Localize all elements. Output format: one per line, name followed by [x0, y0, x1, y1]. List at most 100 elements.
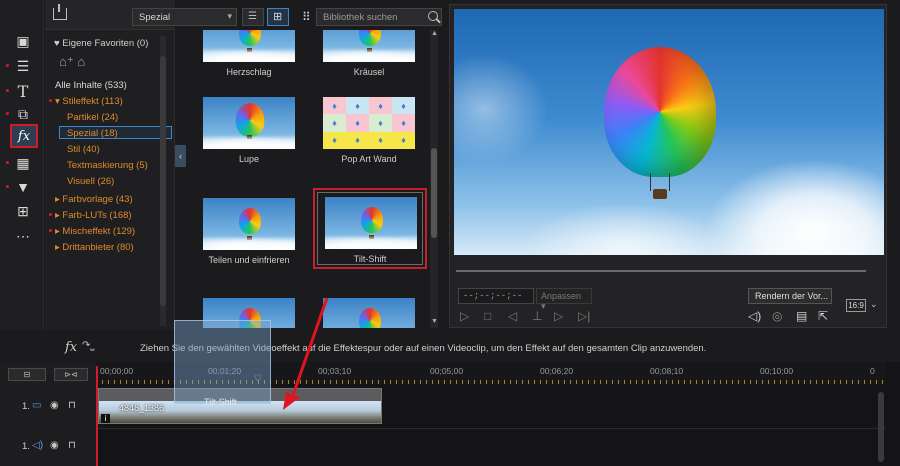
tree-item-spezial[interactable]: Spezial (18)	[67, 128, 118, 139]
effect-thumb-next-2[interactable]	[319, 298, 419, 328]
stop-icon[interactable]: □	[484, 309, 491, 323]
tree-item-stil[interactable]: Stil (40)	[67, 144, 100, 155]
timeline-scrollbar[interactable]	[878, 392, 884, 462]
effect-thumb-kraeusel[interactable]: Kräusel	[319, 30, 419, 77]
effect-thumb-pop-art-wand[interactable]: ♦ ♦ ♦ ♦ ♦ ♦ ♦ ♦ ♦ ♦ ♦ ♦ Pop Art Wand	[319, 97, 419, 164]
volume-icon[interactable]: ◁)	[748, 309, 761, 323]
track-divider	[96, 428, 886, 429]
timecode-field[interactable]: --;--;--;--	[458, 288, 534, 304]
fx-track-icon[interactable]: fx	[65, 340, 77, 355]
favorite-tag-icons[interactable]: ⌂⁺ ⌂	[59, 54, 85, 70]
lock-icon[interactable]: ⊓	[68, 400, 76, 411]
library-scrollbar[interactable]: ▲ ▼	[430, 30, 438, 328]
media-room-icon[interactable]: ▣	[12, 30, 34, 52]
effect-thumb-herzschlag[interactable]: Herzschlag	[199, 30, 299, 77]
heart-icon: ♡	[253, 373, 262, 383]
effect-label: Tilt-Shift	[353, 254, 387, 264]
preview-screen	[454, 9, 884, 255]
aspect-ratio-button[interactable]: 16:9	[846, 299, 866, 312]
ruler-tick-label: 00;10;00	[760, 366, 794, 376]
render-preview-button[interactable]: Rendern der Vor...	[748, 288, 832, 304]
title-room-icon[interactable]: T	[6, 80, 34, 102]
audio-track-icon[interactable]: ◁)	[32, 440, 43, 451]
effect-label: Pop Art Wand	[341, 154, 397, 164]
transition-room-icon[interactable]: ⧉	[6, 103, 34, 125]
ruler-tick-label: 00;06;20	[540, 366, 574, 376]
thumbnail-view-icon: ⊞	[273, 11, 283, 23]
balloon-image	[604, 47, 716, 177]
pip-room-icon[interactable]: ▦	[6, 152, 34, 174]
play-icon[interactable]: ▷	[460, 309, 469, 323]
list-view-icon: ☰	[248, 11, 257, 22]
preview-progress-bar[interactable]	[456, 270, 866, 272]
library-scrollbar-thumb[interactable]	[431, 148, 437, 238]
ruler-tick-label: 0	[870, 366, 875, 376]
next-frame-icon[interactable]: ▷	[554, 309, 563, 323]
fit-timeline-button[interactable]: ⊳⊲	[54, 368, 88, 381]
tree-item-farbvorlage[interactable]: ▸ Farbvorlage (43)	[55, 194, 133, 205]
tree-item-all[interactable]: Alle Inhalte (533)	[55, 80, 127, 91]
effect-library-grid: Herzschlag Kräusel Lupe ♦ ♦ ♦ ♦ ♦ ♦ ♦ ♦ ♦ ♦ ♦ ♦ P…	[186, 30, 430, 328]
undock-icon[interactable]: ⇱	[818, 309, 828, 323]
category-dropdown[interactable]: Spezial	[132, 8, 237, 26]
search-icon[interactable]	[428, 11, 438, 21]
effect-thumb-tilt-shift[interactable]: Tilt-Shift	[313, 188, 427, 269]
mark-icon[interactable]: ⊥	[532, 309, 542, 323]
tree-item-stileffekt[interactable]: ▾ Stileffekt (113)	[49, 96, 123, 107]
audio-track-label: 1.	[22, 441, 30, 452]
tree-item-partikel[interactable]: Partikel (24)	[67, 112, 118, 123]
subtitles-icon[interactable]: ▤	[796, 309, 807, 323]
effect-label: Kräusel	[353, 67, 385, 77]
fx-room-icon[interactable]: fx	[10, 124, 38, 148]
effect-category-panel: ♥ Eigene Favoriten (0) ⌂⁺ ⌂ Alle Inhalte…	[45, 0, 175, 330]
favorites-heading[interactable]: ♥ Eigene Favoriten (0)	[54, 38, 148, 49]
fit-dropdown[interactable]: Anpassen ▾	[536, 288, 592, 311]
effect-preview-image	[323, 30, 415, 62]
playhead[interactable]	[96, 366, 98, 466]
list-view-button[interactable]: ☰	[242, 8, 264, 26]
ruler-tick-label: 00;00;00	[100, 366, 134, 376]
collapse-panel-button[interactable]: ‹	[175, 145, 186, 167]
track-manager-button[interactable]: ⊟	[8, 368, 46, 381]
dragged-effect-label: Tilt-Shift	[204, 397, 237, 407]
dragged-effect-ghost: ♡	[174, 320, 271, 404]
effect-label: Teilen und einfrieren	[208, 255, 290, 265]
library-search-input[interactable]: Bibliothek suchen	[316, 8, 442, 26]
clip-name: 4848_1386	[119, 403, 165, 413]
tree-item-textmaskierung[interactable]: Textmaskierung (5)	[67, 160, 148, 171]
app-window: ▣ ☰ T ⧉ fx ▦ ▼ ⊞ ⋯ ♥ Eigene Favoriten (0…	[0, 0, 900, 466]
ruler-tick-label: 00;05;00	[430, 366, 464, 376]
tree-scrollbar-thumb[interactable]	[160, 56, 166, 306]
effect-trim-icon[interactable]: ↷⎵	[82, 340, 94, 351]
library-header: Spezial ☰ ⊞ ⠿ Bibliothek suchen	[130, 6, 445, 28]
subtitle-room-icon[interactable]: ⊞	[12, 200, 34, 222]
eye-icon[interactable]: ◉	[50, 400, 59, 411]
video-track-icon[interactable]: ▭	[32, 400, 41, 411]
previous-frame-icon[interactable]: ◁	[508, 309, 517, 323]
ruler-tick-label: 00;08;10	[650, 366, 684, 376]
more-icon[interactable]: ⋯	[12, 225, 34, 247]
effect-thumb-lupe[interactable]: Lupe	[199, 97, 299, 164]
scroll-down-icon[interactable]: ▼	[431, 318, 438, 325]
tree-scrollbar[interactable]	[160, 36, 166, 326]
particle-room-icon[interactable]: ▼	[6, 176, 34, 198]
effect-label: Herzschlag	[226, 67, 272, 77]
import-icon[interactable]	[53, 4, 67, 20]
tree-item-visuell[interactable]: Visuell (26)	[67, 176, 114, 187]
thumbnail-view-button[interactable]: ⊞	[267, 8, 289, 26]
tree-item-drittanbieter[interactable]: ▸ Drittanbieter (80)	[55, 242, 134, 253]
snapshot-icon[interactable]: ◎	[772, 309, 782, 323]
grid-size-icon[interactable]: ⠿	[302, 10, 311, 24]
tree-item-mischeffekt[interactable]: ▸ Mischeffekt (129)	[49, 226, 135, 237]
eye-icon[interactable]: ◉	[50, 440, 59, 451]
aspect-chevron-icon[interactable]: ⌄	[870, 299, 878, 310]
scroll-up-icon[interactable]: ▲	[431, 30, 438, 37]
room-toolbar: ▣ ☰ T ⧉ fx ▦ ▼ ⊞ ⋯	[0, 0, 44, 330]
effect-preview-image	[203, 198, 295, 250]
lock-icon[interactable]: ⊓	[68, 440, 76, 451]
effect-thumb-teilen-und-einfrieren[interactable]: Teilen und einfrieren	[199, 198, 299, 265]
fx-template-room-icon[interactable]: ☰	[6, 55, 34, 77]
tree-item-farb-luts[interactable]: ▸ Farb-LUTs (168)	[49, 210, 132, 221]
effect-preview-image	[325, 197, 417, 249]
fast-forward-icon[interactable]: ▷|	[578, 309, 590, 323]
